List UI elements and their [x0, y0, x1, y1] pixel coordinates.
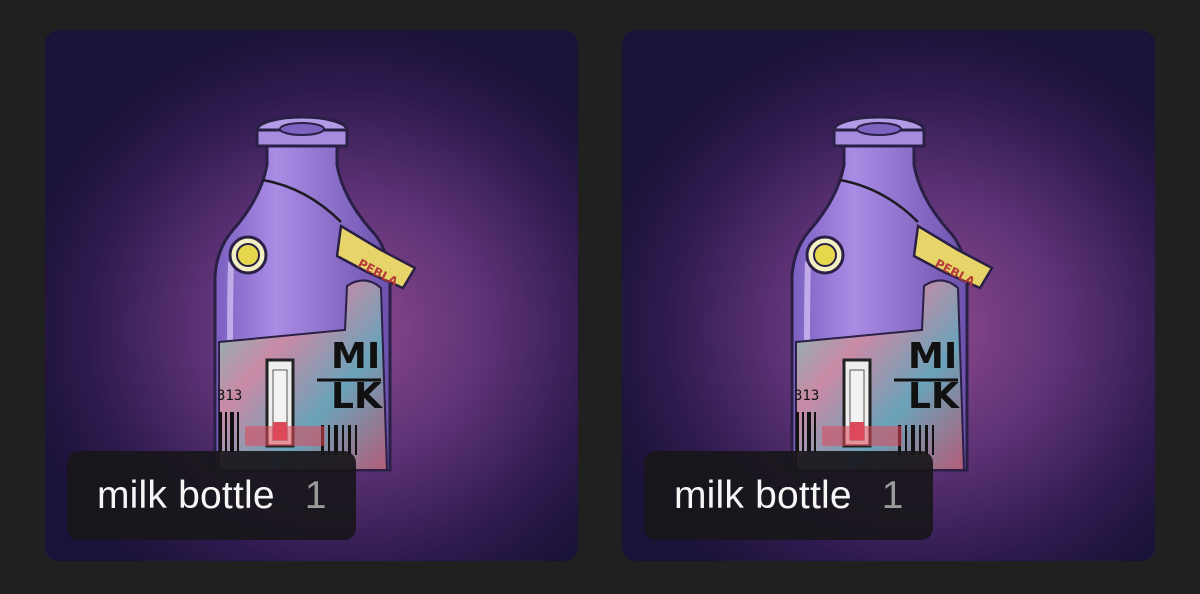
- item-name: milk bottle: [674, 473, 852, 517]
- item-label: milk bottle 1: [644, 451, 934, 540]
- item-card-milk-bottle[interactable]: MI LK 313 PEBLA milk bottle 1: [45, 30, 578, 561]
- item-count: 1: [881, 473, 904, 517]
- bottle-number: 313: [217, 388, 242, 404]
- bottle-text-bottom: LK: [331, 376, 383, 417]
- bottle-text-bottom: LK: [908, 376, 960, 417]
- bottle-number: 313: [794, 388, 819, 404]
- item-label: milk bottle 1: [67, 451, 357, 540]
- item-count: 1: [304, 473, 327, 517]
- item-card-milk-bottle[interactable]: MI LK 313 PEBLA milk bottle 1: [622, 30, 1155, 561]
- bottle-text-top: MI: [908, 336, 957, 377]
- bottle-text-top: MI: [331, 336, 380, 377]
- item-name: milk bottle: [97, 473, 275, 517]
